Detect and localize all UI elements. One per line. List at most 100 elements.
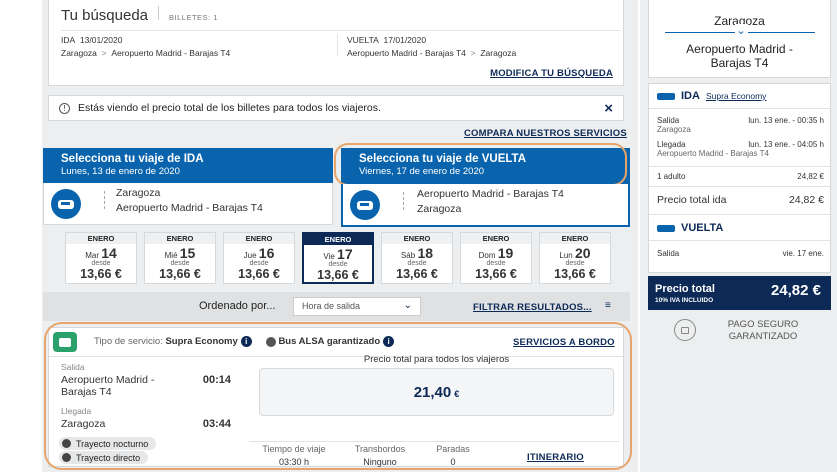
ida-route-to: Aeropuerto Madrid - Barajas T4 bbox=[116, 202, 263, 214]
tab-ida-date: Lunes, 13 de enero de 2020 bbox=[61, 166, 180, 177]
ida-from: Zaragoza bbox=[61, 48, 97, 58]
sidebar-salida-place: Zaragoza bbox=[657, 125, 691, 134]
date-day: Dom 19 bbox=[478, 245, 514, 261]
date-from: desde bbox=[91, 260, 111, 267]
sort-select-value: Hora de salida bbox=[302, 301, 361, 311]
date-price: 13,66 € bbox=[159, 267, 201, 281]
tickets-count: BILLETES: 1 bbox=[169, 13, 218, 22]
date-month: ENERO bbox=[304, 234, 372, 245]
vuelta-to: Zaragoza bbox=[480, 48, 517, 58]
compare-services-link[interactable]: COMPARA NUESTROS SERVICIOS bbox=[464, 128, 627, 139]
bus-icon bbox=[657, 224, 675, 232]
vuelta-route: Aeropuerto Madrid - Barajas T4 Zaragoza bbox=[341, 184, 630, 227]
date-price: 13,66 € bbox=[317, 268, 359, 282]
filter-sliders-icon[interactable]: ≡ bbox=[605, 300, 611, 311]
info-circle-icon: ! bbox=[59, 102, 70, 114]
sidebar-summary: IDA Supra Economy Salida lun. 13 ene. - 0… bbox=[648, 83, 831, 273]
secure-payment: PAGO SEGURO GARANTIZADO bbox=[648, 312, 831, 354]
sidebar-llegada-time: lun. 13 ene. - 04:05 h bbox=[748, 140, 824, 149]
secure-line2: GARANTIZADO bbox=[728, 331, 798, 342]
vuelta-summary: VUELTA 17/01/2020 Aeropuerto Madrid - Ba… bbox=[347, 35, 516, 58]
tab-ida-title: Selecciona tu viaje de IDA bbox=[61, 153, 204, 165]
date-from: desde bbox=[486, 260, 506, 267]
date-day: Lun 20 bbox=[559, 245, 591, 261]
sidebar-vuelta-title: VUELTA bbox=[681, 222, 724, 234]
total-label: Precio total bbox=[655, 283, 715, 295]
sidebar-ida-title: IDA bbox=[681, 90, 700, 102]
vuelta-salida-date: vie. 17 ene. bbox=[782, 249, 824, 258]
date-day: Mié 15 bbox=[164, 245, 196, 261]
bus-icon bbox=[350, 190, 380, 220]
date-from: desde bbox=[170, 260, 190, 267]
filter-results-link[interactable]: FILTRAR RESULTADOS... bbox=[473, 302, 592, 313]
vuelta-salida-label: Salida bbox=[657, 249, 680, 258]
date-option-15[interactable]: ENERO Mié 15 desde 13,66 € bbox=[144, 232, 216, 284]
arrow-icon: > bbox=[101, 48, 107, 58]
search-title: Tu búsqueda bbox=[61, 7, 149, 24]
total-ida-label: Precio total ida bbox=[657, 194, 727, 206]
date-month: ENERO bbox=[461, 233, 531, 244]
date-from: desde bbox=[565, 260, 585, 267]
price-notice: ! Estás viendo el precio total de los bi… bbox=[48, 95, 624, 121]
date-from: desde bbox=[249, 260, 269, 267]
date-day: Mar 14 bbox=[85, 245, 117, 261]
ida-label: IDA bbox=[61, 35, 76, 45]
date-day: Sáb 18 bbox=[400, 245, 434, 261]
vuelta-route-to: Zaragoza bbox=[417, 203, 462, 215]
result-highlight bbox=[44, 322, 632, 470]
total-price-bar: Precio total 10% IVA INCLUIDO 24,82 € bbox=[648, 276, 831, 310]
date-from: desde bbox=[407, 260, 427, 267]
sort-label: Ordenado por... bbox=[199, 300, 276, 312]
tab-ida[interactable]: Selecciona tu viaje de IDA Lunes, 13 de … bbox=[43, 148, 333, 183]
arrow-icon: > bbox=[470, 48, 476, 58]
date-from: desde bbox=[328, 261, 348, 268]
ida-route-from: Zaragoza bbox=[116, 187, 161, 199]
vuelta-label: VUELTA bbox=[347, 35, 379, 45]
sidebar-salida-label: Salida bbox=[657, 116, 680, 125]
date-month: ENERO bbox=[66, 233, 136, 244]
sort-select[interactable]: Hora de salida ⌄ bbox=[293, 297, 421, 316]
date-month: ENERO bbox=[224, 233, 294, 244]
date-price: 13,66 € bbox=[554, 267, 596, 281]
date-option-16[interactable]: ENERO Jue 16 desde 13,66 € bbox=[223, 232, 295, 284]
sidebar-destination: Aeropuerto Madrid - Barajas T4 bbox=[686, 42, 793, 70]
sidebar-llegada-label: Llegada bbox=[657, 140, 686, 149]
sidebar-salida-time: lun. 13 ene. - 00:35 h bbox=[748, 116, 824, 125]
chevron-down-icon: ⌄ bbox=[734, 24, 748, 37]
notice-text: Estás viendo el precio total de los bill… bbox=[78, 102, 381, 114]
adult-label: 1 adulto bbox=[657, 172, 686, 181]
date-month: ENERO bbox=[540, 233, 610, 244]
date-month: ENERO bbox=[145, 233, 215, 244]
modify-search-link[interactable]: MODIFICA TU BÚSQUEDA bbox=[490, 68, 613, 79]
date-price: 13,66 € bbox=[396, 267, 438, 281]
date-price: 13,66 € bbox=[238, 267, 280, 281]
vuelta-route-from: Aeropuerto Madrid - Barajas T4 bbox=[417, 188, 564, 200]
ida-summary: IDA 13/01/2020 Zaragoza > Aeropuerto Mad… bbox=[61, 35, 230, 58]
date-option-18[interactable]: ENERO Sáb 18 desde 13,66 € bbox=[381, 232, 453, 284]
date-option-17[interactable]: ENERO Vie 17 desde 13,66 € bbox=[302, 232, 374, 284]
date-option-19[interactable]: ENERO Dom 19 desde 13,66 € bbox=[460, 232, 532, 284]
chevron-down-icon: ⌄ bbox=[403, 300, 412, 311]
secure-line1: PAGO SEGURO bbox=[727, 319, 799, 330]
date-price: 13,66 € bbox=[475, 267, 517, 281]
ida-to: Aeropuerto Madrid - Barajas T4 bbox=[111, 48, 231, 58]
vuelta-from: Aeropuerto Madrid - Barajas T4 bbox=[347, 48, 466, 58]
adult-price: 24,82 € bbox=[797, 172, 824, 181]
vat-label: 10% IVA INCLUIDO bbox=[655, 297, 714, 304]
sidebar-llegada-place: Aeropuerto Madrid - Barajas T4 bbox=[657, 149, 769, 158]
close-icon[interactable]: × bbox=[604, 100, 613, 117]
search-summary-card: Tu búsqueda BILLETES: 1 IDA 13/01/2020 Z… bbox=[48, 0, 624, 86]
date-day: Vie 17 bbox=[323, 246, 353, 262]
date-price: 13,66 € bbox=[80, 267, 122, 281]
sidebar-ida-service[interactable]: Supra Economy bbox=[706, 91, 766, 101]
bus-icon bbox=[51, 189, 81, 219]
date-option-20[interactable]: ENERO Lun 20 desde 13,66 € bbox=[539, 232, 611, 284]
vuelta-date: 17/01/2020 bbox=[383, 35, 427, 45]
ida-route: Zaragoza Aeropuerto Madrid - Barajas T4 bbox=[43, 183, 333, 225]
bus-icon bbox=[657, 92, 675, 100]
date-month: ENERO bbox=[382, 233, 452, 244]
ida-date: 13/01/2020 bbox=[79, 35, 123, 45]
vuelta-highlight bbox=[334, 143, 627, 186]
date-option-14[interactable]: ENERO Mar 14 desde 13,66 € bbox=[65, 232, 137, 284]
total-ida-price: 24,82 € bbox=[788, 194, 824, 206]
